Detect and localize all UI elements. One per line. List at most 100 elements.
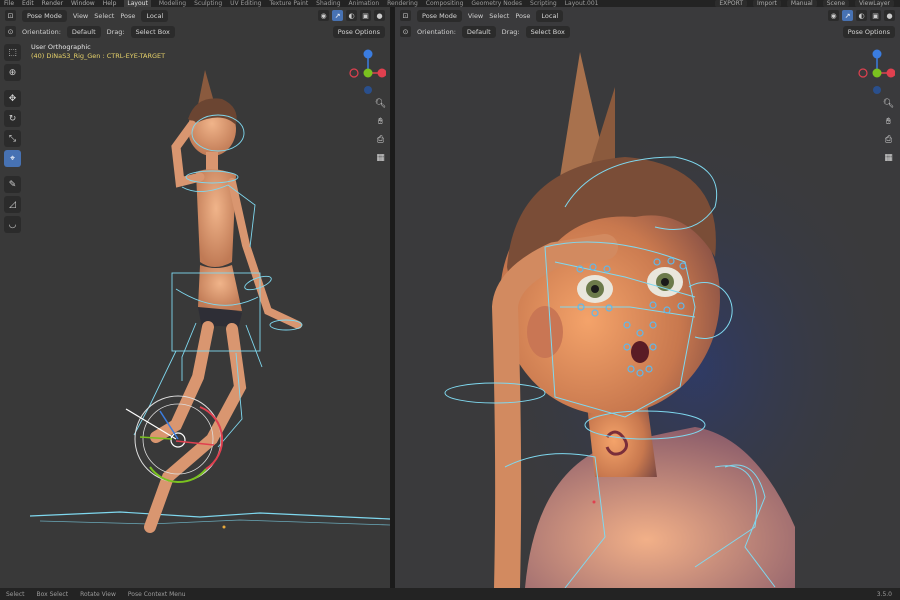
drag-dropdown-left[interactable]: Select Box (130, 25, 175, 38)
grid-icon[interactable]: ▦ (374, 151, 387, 164)
export-button[interactable]: EXPORT (715, 0, 747, 7)
menu-window[interactable]: Window (71, 0, 95, 7)
xray-icon[interactable]: ▣ (360, 10, 371, 21)
orientation-dropdown-left[interactable]: Default (66, 25, 101, 38)
gizmo-toggle-icon[interactable]: ↗ (332, 10, 343, 21)
menu-render[interactable]: Render (42, 0, 63, 7)
status-box-select: Box Select (36, 590, 69, 598)
pan-hand-icon[interactable]: ✋︎ (374, 115, 387, 128)
zoom-icon[interactable]: 🔍︎ (882, 97, 895, 110)
header-right-icons-right: ◉ ↗ ◐ ▣ ● (828, 10, 900, 21)
mode-selector-left[interactable]: Pose Mode (22, 9, 67, 22)
pan-hand-icon[interactable]: ✋︎ (882, 115, 895, 128)
transform-tool-icon[interactable]: ⌖ (4, 150, 21, 167)
visibility-icon[interactable]: ◉ (318, 10, 329, 21)
ground-control-curve-2 (39, 519, 390, 526)
nav-buttons-left: 🔍︎ ✋︎ ⎙ ▦ (374, 97, 387, 164)
tab-texture-paint[interactable]: Texture Paint (269, 0, 308, 7)
overlay-icon[interactable]: ◐ (856, 10, 867, 21)
xray-icon[interactable]: ▣ (870, 10, 881, 21)
topbar-right: EXPORT Import Manual Scene ViewLayer (715, 0, 900, 7)
axis-neg-z-icon (364, 86, 372, 94)
tool-icon-left[interactable]: ⊙ (5, 26, 16, 37)
character-full-body-view[interactable] (0, 7, 390, 588)
tab-layout-001[interactable]: Layout.001 (565, 0, 599, 7)
tab-uv-editing[interactable]: UV Editing (230, 0, 261, 7)
menu-view-left[interactable]: View (73, 12, 88, 20)
axis-neg-z-icon (873, 86, 881, 94)
viewport-left[interactable]: ⊡ Pose Mode View Select Pose Local ◉ ↗ ◐… (0, 7, 390, 588)
camera-icon[interactable]: ⎙ (374, 133, 387, 146)
tool-icon-right[interactable]: ⊙ (400, 26, 411, 37)
editor-type-icon[interactable]: ⊡ (5, 10, 16, 21)
grid-icon[interactable]: ▦ (882, 151, 895, 164)
tab-shading[interactable]: Shading (316, 0, 340, 7)
transform-orientation-right[interactable]: Local (536, 9, 564, 22)
scene-selector[interactable]: Scene (822, 0, 850, 7)
visibility-icon[interactable]: ◉ (828, 10, 839, 21)
status-select: Select (6, 590, 25, 598)
character-closeup-view[interactable] (395, 7, 900, 588)
menu-select-right[interactable]: Select (489, 12, 509, 20)
tab-geometry-nodes[interactable]: Geometry Nodes (471, 0, 522, 7)
orientation-dropdown-right[interactable]: Default (461, 25, 496, 38)
tab-scripting[interactable]: Scripting (530, 0, 557, 7)
viewlayer-selector[interactable]: ViewLayer (855, 0, 894, 7)
menu-edit[interactable]: Edit (22, 0, 34, 7)
overlay-icon[interactable]: ◐ (346, 10, 357, 21)
annotate-tool-icon[interactable]: ✎ (4, 176, 21, 193)
tool-settings-right: ⊙ Orientation: Default Drag: Select Box … (395, 24, 900, 39)
scale-tool-icon[interactable]: ⤡ (4, 130, 21, 147)
viewport-right[interactable]: ⊡ Pose Mode View Select Pose Local ◉ ↗ ◐… (395, 7, 900, 588)
pose-tool-icon[interactable]: ◡ (4, 216, 21, 233)
zoom-icon[interactable]: 🔍︎ (374, 97, 387, 110)
rotate-tool-icon[interactable]: ↻ (4, 110, 21, 127)
tab-layout[interactable]: Layout (124, 0, 151, 7)
version-label: 3.5.0 (876, 590, 892, 598)
tab-modeling[interactable]: Modeling (159, 0, 186, 7)
top-bar: File Edit Render Window Help Layout Mode… (0, 0, 900, 7)
viewport-header-right: ⊡ Pose Mode View Select Pose Local ◉ ↗ ◐… (395, 7, 900, 24)
menu-view-right[interactable]: View (468, 12, 483, 20)
shading-solid-icon[interactable]: ● (884, 10, 895, 21)
pose-options-right[interactable]: Pose Options (842, 25, 895, 38)
rig-target-dot (592, 500, 596, 504)
select-tool-icon[interactable]: ⬚ (4, 44, 21, 61)
gizmo-toggle-icon[interactable]: ↗ (842, 10, 853, 21)
axis-x-icon (377, 68, 386, 78)
tab-sculpting[interactable]: Sculpting (194, 0, 222, 7)
tool-shelf-left: ⬚ ⊕ ✥ ↻ ⤡ ⌖ ✎ ◿ ◡ (4, 44, 22, 233)
camera-icon[interactable]: ⎙ (882, 133, 895, 146)
menu-pose-right[interactable]: Pose (515, 12, 530, 20)
menu-pose-left[interactable]: Pose (120, 12, 135, 20)
import-button[interactable]: Import (753, 0, 781, 7)
character-hips (198, 265, 242, 311)
menu-file[interactable]: File (4, 0, 14, 7)
navigation-gizmo-left[interactable] (346, 47, 386, 97)
character-leg-front (150, 321, 214, 443)
navigation-gizmo-right[interactable] (855, 47, 895, 97)
tab-rendering[interactable]: Rendering (387, 0, 418, 7)
drag-label-left: Drag: (106, 27, 125, 36)
character-mouth (631, 341, 649, 363)
orientation-label-left: Orientation: (22, 27, 61, 36)
editor-type-icon[interactable]: ⊡ (400, 10, 411, 21)
tab-animation[interactable]: Animation (349, 0, 380, 7)
shading-solid-icon[interactable]: ● (374, 10, 385, 21)
tab-compositing[interactable]: Compositing (426, 0, 464, 7)
transform-orientation-left[interactable]: Local (141, 9, 169, 22)
status-pose-context-menu: Pose Context Menu (127, 590, 186, 598)
mode-selector-right[interactable]: Pose Mode (417, 9, 462, 22)
measure-tool-icon[interactable]: ◿ (4, 196, 21, 213)
drag-dropdown-right[interactable]: Select Box (525, 25, 570, 38)
menu-select-left[interactable]: Select (94, 12, 114, 20)
tool-settings-left: ⊙ Orientation: Default Drag: Select Box … (0, 24, 390, 39)
move-tool-icon[interactable]: ✥ (4, 90, 21, 107)
pose-options-left[interactable]: Pose Options (332, 25, 385, 38)
manual-button[interactable]: Manual (786, 0, 817, 7)
menu-help[interactable]: Help (103, 0, 117, 7)
nav-buttons-right: 🔍︎ ✋︎ ⎙ ▦ (882, 97, 895, 164)
ground-control-curve (29, 511, 390, 520)
status-rotate-view: Rotate View (80, 590, 116, 598)
cursor-tool-icon[interactable]: ⊕ (4, 64, 21, 81)
